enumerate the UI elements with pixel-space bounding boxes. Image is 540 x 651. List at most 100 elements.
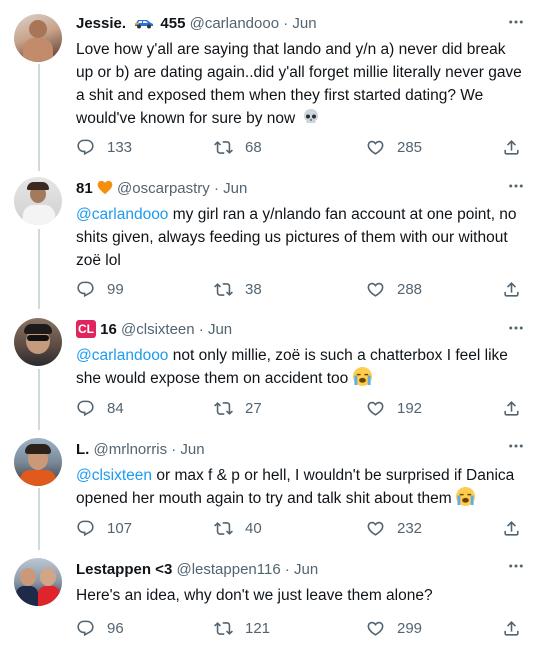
- tweet-header: L. @mrlnorris · Jun: [76, 440, 522, 460]
- reply-button[interactable]: 96: [76, 619, 124, 638]
- more-options-icon[interactable]: [506, 436, 526, 456]
- more-options-icon[interactable]: [506, 12, 526, 32]
- mention-link[interactable]: @carlandooo: [76, 206, 168, 223]
- tweet[interactable]: 81 @oscarpastry · Jun @carlandooo my gir…: [0, 170, 540, 310]
- retweet-count: 68: [245, 139, 262, 156]
- display-name[interactable]: Jessie.: [76, 15, 126, 32]
- retweet-button[interactable]: 27: [214, 399, 262, 418]
- share-button[interactable]: [502, 399, 521, 418]
- retweet-count: 27: [245, 400, 262, 417]
- separator: ·: [283, 15, 289, 32]
- tweet-header: CL 16 @clsixteen · Jun: [76, 320, 522, 340]
- separator: ·: [198, 321, 204, 338]
- tweet[interactable]: Jessie. 455 @carlandooo · Jun Love how y…: [0, 0, 540, 170]
- tweet[interactable]: CL 16 @clsixteen · Jun @carlandooo not o…: [0, 310, 540, 430]
- user-handle[interactable]: @lestappen116: [176, 561, 280, 578]
- retweet-button[interactable]: 121: [214, 619, 270, 638]
- share-button[interactable]: [502, 519, 521, 538]
- retweet-button[interactable]: 68: [214, 138, 262, 157]
- skull-emoji-icon: [302, 108, 320, 126]
- tweet-text-content: Here's an idea, why don't we just leave …: [76, 587, 433, 604]
- tweet-text-content: Love how y'all are saying that lando and…: [76, 41, 522, 127]
- display-name[interactable]: L.: [76, 441, 89, 458]
- like-button[interactable]: 299: [366, 619, 422, 638]
- user-handle[interactable]: @carlandooo: [190, 15, 279, 32]
- like-count: 299: [397, 620, 423, 637]
- share-icon: [502, 519, 521, 538]
- share-button[interactable]: [502, 138, 521, 157]
- tweet-actions: 133 68 285: [76, 138, 526, 160]
- separator: ·: [171, 441, 177, 458]
- display-name[interactable]: 16: [100, 321, 117, 338]
- reply-icon: [76, 280, 95, 299]
- reply-count: 133: [107, 139, 133, 156]
- reply-icon: [76, 138, 95, 157]
- tweet-date[interactable]: Jun: [180, 441, 204, 458]
- reply-button[interactable]: 84: [76, 399, 124, 418]
- more-options-icon[interactable]: [506, 318, 526, 338]
- retweet-count: 40: [245, 520, 262, 537]
- separator: ·: [284, 561, 290, 578]
- display-name[interactable]: Lestappen <3: [76, 561, 172, 578]
- more-options-icon[interactable]: [506, 176, 526, 196]
- like-count: 285: [397, 139, 423, 156]
- tweet-date[interactable]: Jun: [223, 180, 247, 197]
- share-button[interactable]: [502, 619, 521, 638]
- mention-link[interactable]: @carlandooo: [76, 347, 168, 364]
- more-options-icon[interactable]: [506, 556, 526, 576]
- like-count: 288: [397, 281, 423, 298]
- retweet-icon: [214, 619, 233, 638]
- display-name[interactable]: 81: [76, 180, 93, 197]
- reply-icon: [76, 399, 95, 418]
- tweet-text: Love how y'all are saying that lando and…: [76, 38, 522, 130]
- like-icon: [366, 519, 385, 538]
- retweet-count: 121: [245, 620, 271, 637]
- retweet-button[interactable]: 40: [214, 519, 262, 538]
- tweet-header: 81 @oscarpastry · Jun: [76, 179, 522, 199]
- avatar[interactable]: [14, 438, 62, 486]
- retweet-button[interactable]: 38: [214, 280, 262, 299]
- retweet-icon: [214, 280, 233, 299]
- reply-button[interactable]: 107: [76, 519, 132, 538]
- share-icon: [502, 399, 521, 418]
- like-button[interactable]: 288: [366, 280, 422, 299]
- tweet-text: @carlandooo not only millie, zoë is such…: [76, 344, 522, 390]
- reply-count: 99: [107, 281, 124, 298]
- mention-link[interactable]: @clsixteen: [76, 467, 152, 484]
- tweet-actions: 107 40 232: [76, 519, 526, 541]
- avatar[interactable]: [14, 558, 62, 606]
- share-button[interactable]: [502, 280, 521, 299]
- reply-count: 84: [107, 400, 124, 417]
- reply-button[interactable]: 133: [76, 138, 132, 157]
- tweet-date[interactable]: Jun: [208, 321, 232, 338]
- like-button[interactable]: 192: [366, 399, 422, 418]
- like-icon: [366, 138, 385, 157]
- display-name-suffix: 455: [160, 15, 186, 32]
- like-icon: [366, 619, 385, 638]
- reply-count: 107: [107, 520, 133, 537]
- orange-heart-icon: [97, 180, 113, 195]
- reply-button[interactable]: 99: [76, 280, 124, 299]
- share-icon: [502, 619, 521, 638]
- tweet-date[interactable]: Jun: [294, 561, 318, 578]
- user-handle[interactable]: @mrlnorris: [94, 441, 168, 458]
- avatar[interactable]: [14, 177, 62, 225]
- like-count: 192: [397, 400, 423, 417]
- retweet-icon: [214, 138, 233, 157]
- retweet-icon: [214, 519, 233, 538]
- like-button[interactable]: 232: [366, 519, 422, 538]
- tweet[interactable]: L. @mrlnorris · Jun @clsixteen or max f …: [0, 430, 540, 550]
- user-handle[interactable]: @clsixteen: [121, 321, 195, 338]
- tweet-text: @carlandooo my girl ran a y/nlando fan a…: [76, 203, 522, 272]
- user-handle[interactable]: @oscarpastry: [117, 180, 210, 197]
- avatar[interactable]: [14, 14, 62, 62]
- share-icon: [502, 280, 521, 299]
- retweet-icon: [214, 399, 233, 418]
- car-emoji-icon: [134, 15, 154, 29]
- tweet-date[interactable]: Jun: [292, 15, 316, 32]
- tweet[interactable]: Lestappen <3 @lestappen116 · Jun Here's …: [0, 550, 540, 651]
- separator: ·: [213, 180, 219, 197]
- like-icon: [366, 399, 385, 418]
- avatar[interactable]: [14, 318, 62, 366]
- like-button[interactable]: 285: [366, 138, 422, 157]
